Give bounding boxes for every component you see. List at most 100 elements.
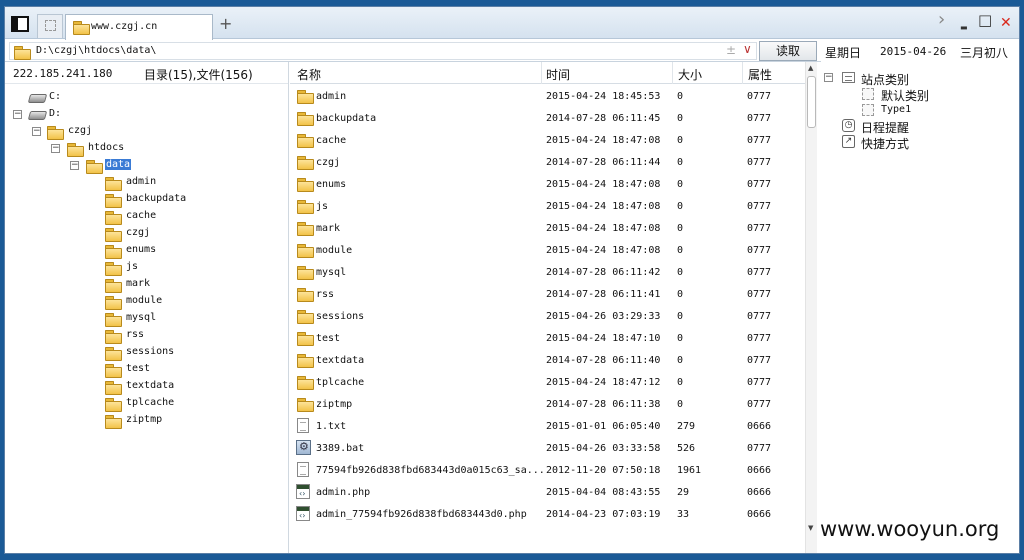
file-row[interactable]: backupdata 2014-07-28 06:11:45 0 0777	[290, 108, 805, 130]
batch-file-icon	[296, 440, 311, 455]
file-attr: 0777	[747, 289, 772, 300]
file-attr: 0666	[747, 509, 772, 520]
file-row[interactable]: czgj 2014-07-28 06:11:44 0 0777	[290, 152, 805, 174]
file-row[interactable]: js 2015-04-24 18:47:08 0 0777	[290, 196, 805, 218]
forward-icon[interactable]: ›	[938, 11, 945, 29]
tree-node-htdocs[interactable]: − htdocs	[5, 141, 289, 158]
tree-node-default-category[interactable]: 默认类别	[818, 86, 1018, 103]
file-time: 2015-04-04 08:43:55	[546, 487, 661, 498]
tree-node-folder[interactable]: czgj	[5, 226, 289, 243]
column-name[interactable]: 名称	[297, 66, 321, 83]
column-time[interactable]: 时间	[546, 66, 570, 83]
collapse-icon[interactable]: −	[51, 144, 60, 153]
column-separator[interactable]	[742, 62, 743, 84]
file-row[interactable]: cache 2015-04-24 18:47:08 0 0777	[290, 130, 805, 152]
dir-file-summary: 目录(15),文件(156)	[144, 68, 253, 82]
plus-minus-icon[interactable]: ±	[726, 43, 736, 57]
tab-active[interactable]: www.czgj.cn	[65, 14, 213, 40]
tree-node-data[interactable]: − data	[5, 158, 289, 175]
tree-node-type1[interactable]: Type1	[818, 102, 1018, 118]
collapse-icon[interactable]: −	[32, 127, 41, 136]
tree-node-schedule[interactable]: ◷ 日程提醒	[818, 118, 1018, 135]
tree-node-folder[interactable]: backupdata	[5, 192, 289, 209]
file-time: 2015-04-24 18:47:08	[546, 135, 661, 146]
file-row[interactable]: mysql 2014-07-28 06:11:42 0 0777	[290, 262, 805, 284]
node-label: enums	[126, 244, 157, 255]
category-item-icon	[862, 104, 874, 116]
tree-node-folder[interactable]: mark	[5, 277, 289, 294]
collapse-icon[interactable]: −	[824, 73, 833, 82]
folder-icon	[297, 354, 314, 368]
read-button[interactable]: 读取	[759, 41, 817, 61]
sidebar-toggle-icon[interactable]	[11, 16, 29, 32]
file-row[interactable]: admin 2015-04-24 18:45:53 0 0777	[290, 86, 805, 108]
file-time: 2015-04-26 03:29:33	[546, 311, 661, 322]
tree-node-folder[interactable]: module	[5, 294, 289, 311]
tree-node-folder[interactable]: cache	[5, 209, 289, 226]
vertical-scrollbar[interactable]: ▲ ▼	[805, 62, 817, 553]
file-time: 2014-07-28 06:11:45	[546, 113, 661, 124]
new-tab-button[interactable]: +	[219, 16, 232, 32]
file-row[interactable]: textdata 2014-07-28 06:11:40 0 0777	[290, 350, 805, 372]
file-size: 0	[677, 223, 684, 234]
maximize-button[interactable]: □	[978, 12, 992, 28]
column-size[interactable]: 大小	[678, 66, 702, 83]
file-row[interactable]: 77594fb926d838fbd683443d0a015c63_sa... 20…	[290, 460, 805, 482]
file-row[interactable]: tplcache 2015-04-24 18:47:12 0 0777	[290, 372, 805, 394]
file-attr: 0666	[747, 421, 772, 432]
tree-node-folder[interactable]: ziptmp	[5, 413, 289, 430]
tree-node-drive-d[interactable]: − D:	[5, 107, 289, 124]
collapse-icon[interactable]: −	[70, 161, 79, 170]
tree-node-folder[interactable]: mysql	[5, 311, 289, 328]
tree-node-drive-c[interactable]: C:	[5, 90, 289, 107]
column-separator[interactable]	[672, 62, 673, 84]
file-name: rss	[316, 289, 335, 300]
file-row[interactable]: 3389.bat 2015-04-26 03:33:58 526 0777	[290, 438, 805, 460]
file-row[interactable]: test 2015-04-24 18:47:10 0 0777	[290, 328, 805, 350]
node-label: Type1	[881, 104, 912, 115]
path-input[interactable]: D:\czgj\htdocs\data\ ± ∨	[9, 42, 757, 60]
collapse-icon[interactable]: −	[13, 110, 22, 119]
file-size: 0	[677, 333, 684, 344]
file-attr: 0777	[747, 91, 772, 102]
tree-node-site-category[interactable]: − 站点类别	[818, 70, 1018, 87]
tree-node-folder[interactable]: textdata	[5, 379, 289, 396]
scroll-thumb[interactable]	[807, 76, 816, 128]
node-label: D:	[49, 108, 62, 119]
tree-node-shortcut[interactable]: ↗ 快捷方式	[818, 134, 1018, 151]
file-row[interactable]: 1.txt 2015-01-01 06:05:40 279 0666	[290, 416, 805, 438]
file-row[interactable]: sessions 2015-04-26 03:29:33 0 0777	[290, 306, 805, 328]
scroll-down-icon[interactable]: ▼	[808, 524, 813, 532]
folder-icon	[105, 330, 122, 344]
date: 2015-04-26	[880, 45, 947, 58]
tree-node-folder[interactable]: admin	[5, 175, 289, 192]
column-separator[interactable]	[541, 62, 542, 84]
folder-icon	[105, 347, 122, 361]
scroll-up-icon[interactable]: ▲	[808, 64, 813, 72]
file-row[interactable]: module 2015-04-24 18:47:08 0 0777	[290, 240, 805, 262]
folder-icon	[297, 398, 314, 412]
column-attr[interactable]: 属性	[748, 66, 772, 83]
folder-icon	[297, 90, 314, 104]
tree-node-folder[interactable]: sessions	[5, 345, 289, 362]
file-row[interactable]: mark 2015-04-24 18:47:08 0 0777	[290, 218, 805, 240]
file-row[interactable]: enums 2015-04-24 18:47:08 0 0777	[290, 174, 805, 196]
close-button[interactable]: ✕	[1000, 15, 1012, 31]
tree-node-folder[interactable]: rss	[5, 328, 289, 345]
tree-node-folder[interactable]: enums	[5, 243, 289, 260]
tree-node-folder[interactable]: test	[5, 362, 289, 379]
file-name: tplcache	[316, 377, 365, 388]
file-row[interactable]: admin_77594fb926d838fbd683443d0.php 2014-…	[290, 504, 805, 526]
chevron-down-icon[interactable]: ∨	[743, 42, 752, 56]
minimize-button[interactable]: ▬	[960, 20, 968, 36]
file-row[interactable]: rss 2014-07-28 06:11:41 0 0777	[290, 284, 805, 306]
tab-placeholder[interactable]	[37, 14, 63, 38]
tree-node-czgj[interactable]: − czgj	[5, 124, 289, 141]
tree-node-folder[interactable]: tplcache	[5, 396, 289, 413]
node-label: test	[126, 363, 151, 374]
file-row[interactable]: admin.php 2015-04-04 08:43:55 29 0666	[290, 482, 805, 504]
folder-icon	[105, 245, 122, 259]
file-row[interactable]: ziptmp 2014-07-28 06:11:38 0 0777	[290, 394, 805, 416]
file-time: 2014-07-28 06:11:42	[546, 267, 661, 278]
tree-node-folder[interactable]: js	[5, 260, 289, 277]
